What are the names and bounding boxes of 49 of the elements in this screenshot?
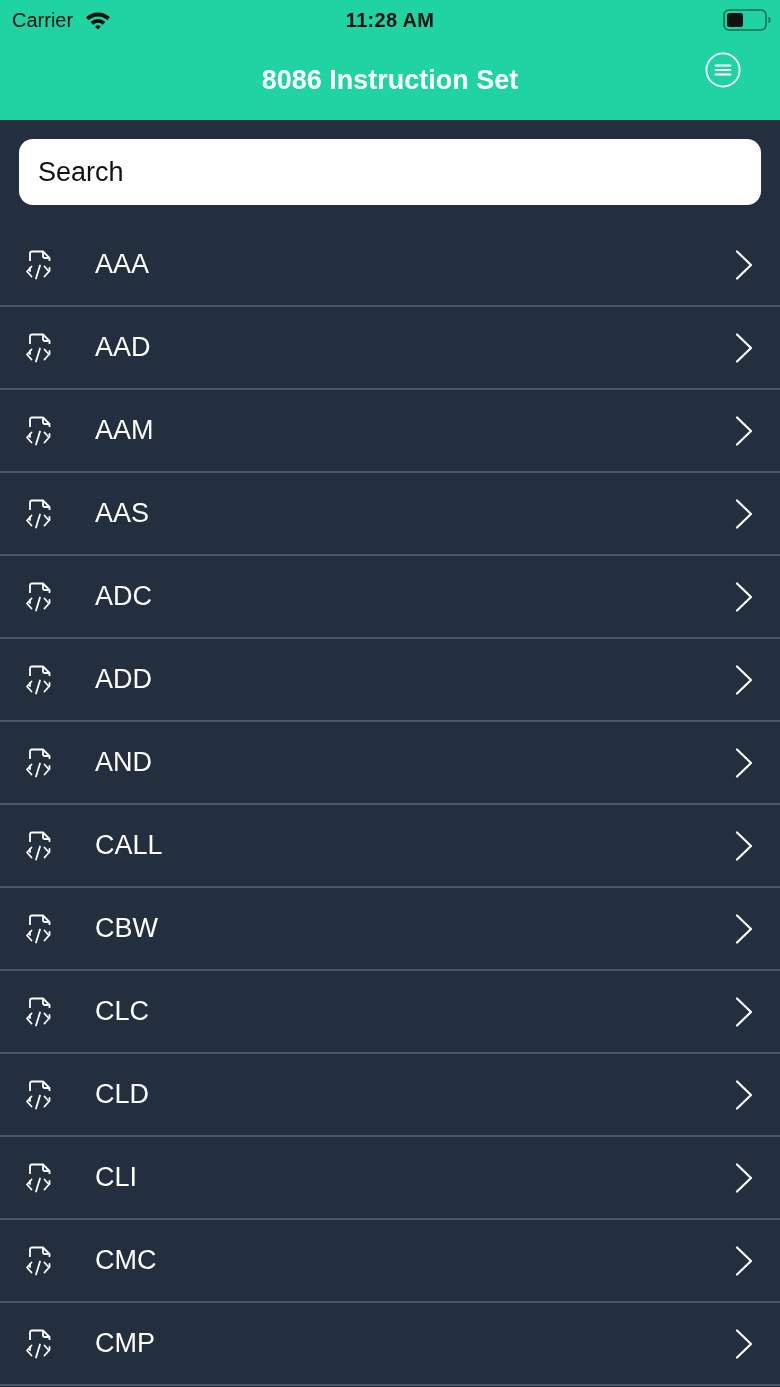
code-file-icon (24, 1245, 52, 1276)
chevron-icon (735, 1162, 753, 1193)
code-file-icon (24, 747, 52, 778)
chevron-icon (735, 249, 753, 280)
carrier-label: Carrier (12, 8, 74, 32)
screen-title: 8086 Instruction Set (261, 64, 519, 96)
chevron-icon (735, 581, 753, 612)
instruction-row[interactable]: CLD (0, 1054, 780, 1137)
instruction-row[interactable]: CMC (0, 1220, 780, 1303)
code-file-icon (24, 415, 52, 446)
instruction-row[interactable]: AAA (0, 224, 780, 307)
code-file-icon (24, 664, 52, 695)
battery-icon (723, 9, 771, 31)
search-field[interactable]: Search (19, 139, 761, 205)
code-file-icon (24, 1328, 52, 1359)
code-file-icon (24, 996, 52, 1027)
instruction-row[interactable]: AAM (0, 390, 780, 473)
code-file-icon (24, 913, 52, 944)
code-file-icon (24, 1079, 52, 1110)
chevron-icon (735, 1079, 753, 1110)
chevron-icon (735, 332, 753, 363)
menu-icon[interactable] (705, 52, 741, 88)
code-file-icon (24, 249, 52, 280)
code-file-icon (24, 498, 52, 529)
instruction-row[interactable]: AND (0, 722, 780, 805)
chevron-icon (735, 498, 753, 529)
chevron-icon (735, 664, 753, 695)
instruction-row[interactable]: CALL (0, 805, 780, 888)
chevron-icon (735, 415, 753, 446)
chevron-icon (735, 1245, 753, 1276)
instruction-row[interactable]: AAD (0, 307, 780, 390)
chevron-icon (735, 996, 753, 1027)
chevron-icon (735, 830, 753, 861)
chevron-icon (735, 913, 753, 944)
chevron-icon (735, 1328, 753, 1359)
instruction-row[interactable]: CLC (0, 971, 780, 1054)
code-file-icon (24, 1162, 52, 1193)
clock-time: 11:28 AM (345, 8, 435, 32)
instruction-row[interactable]: CBW (0, 888, 780, 971)
instruction-row[interactable]: CLI (0, 1137, 780, 1220)
wifi-icon (85, 10, 112, 30)
instruction-row[interactable]: CMP (0, 1303, 780, 1386)
instruction-row[interactable]: ADD (0, 639, 780, 722)
code-file-icon (24, 830, 52, 861)
instruction-row[interactable]: ADC (0, 556, 780, 639)
instruction-row[interactable]: AAS (0, 473, 780, 556)
code-file-icon (24, 581, 52, 612)
chevron-icon (735, 747, 753, 778)
code-file-icon (24, 332, 52, 363)
